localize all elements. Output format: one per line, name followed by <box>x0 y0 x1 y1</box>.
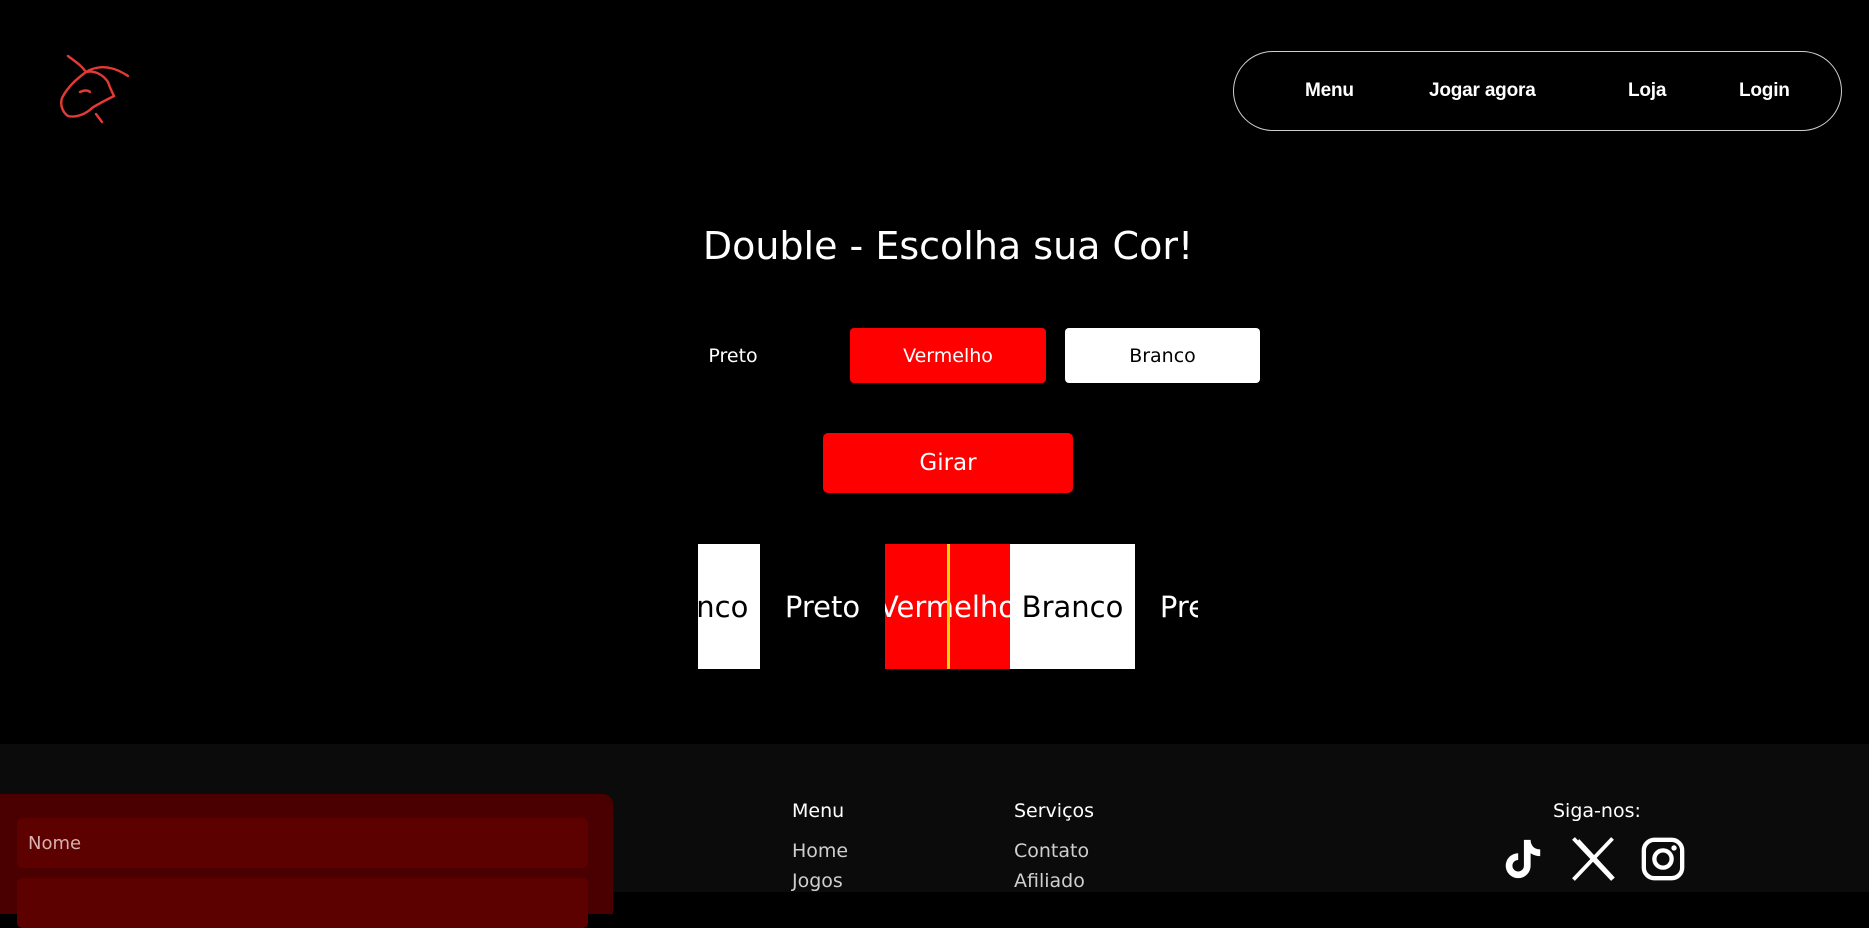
nav-login[interactable]: Login <box>1739 52 1790 130</box>
footer-link-affiliate[interactable]: Afiliado <box>1014 870 1085 892</box>
nav-play-now[interactable]: Jogar agora <box>1429 52 1536 130</box>
choice-black-button[interactable]: Preto <box>682 328 784 383</box>
roulette-cell: Preto <box>760 544 885 669</box>
social-title: Siga-nos: <box>1553 800 1641 822</box>
tiktok-icon[interactable] <box>1499 836 1545 882</box>
x-icon[interactable] <box>1570 836 1616 882</box>
footer-menu-title: Menu <box>792 800 845 822</box>
page-title: Double - Escolha sua Cor! <box>702 224 1194 268</box>
roulette-pointer <box>947 544 950 669</box>
choice-white-button[interactable]: Branco <box>1065 328 1260 383</box>
footer-link-home[interactable]: Home <box>792 840 848 862</box>
roulette-cell: Branco <box>1010 544 1135 669</box>
second-field[interactable] <box>17 878 588 928</box>
name-field[interactable] <box>17 818 588 868</box>
footer-link-games[interactable]: Jogos <box>792 870 843 892</box>
spin-button[interactable]: Girar <box>823 433 1073 493</box>
nav-shop[interactable]: Loja <box>1628 52 1666 130</box>
roulette-cell: Preto <box>1135 544 1198 669</box>
bull-logo-icon[interactable] <box>56 52 132 124</box>
roulette-strip: BrancoPretoVermelhoBrancoPreto <box>698 544 1198 669</box>
contact-form-panel <box>0 794 613 928</box>
instagram-icon[interactable] <box>1640 836 1686 882</box>
footer-link-contact[interactable]: Contato <box>1014 840 1089 862</box>
footer-services-title: Serviços <box>1014 800 1095 822</box>
main-nav: Menu Jogar agora Loja Login <box>1233 51 1842 131</box>
nav-menu[interactable]: Menu <box>1305 52 1354 130</box>
choice-red-button[interactable]: Vermelho <box>850 328 1046 383</box>
roulette-cell: Branco <box>698 544 760 669</box>
